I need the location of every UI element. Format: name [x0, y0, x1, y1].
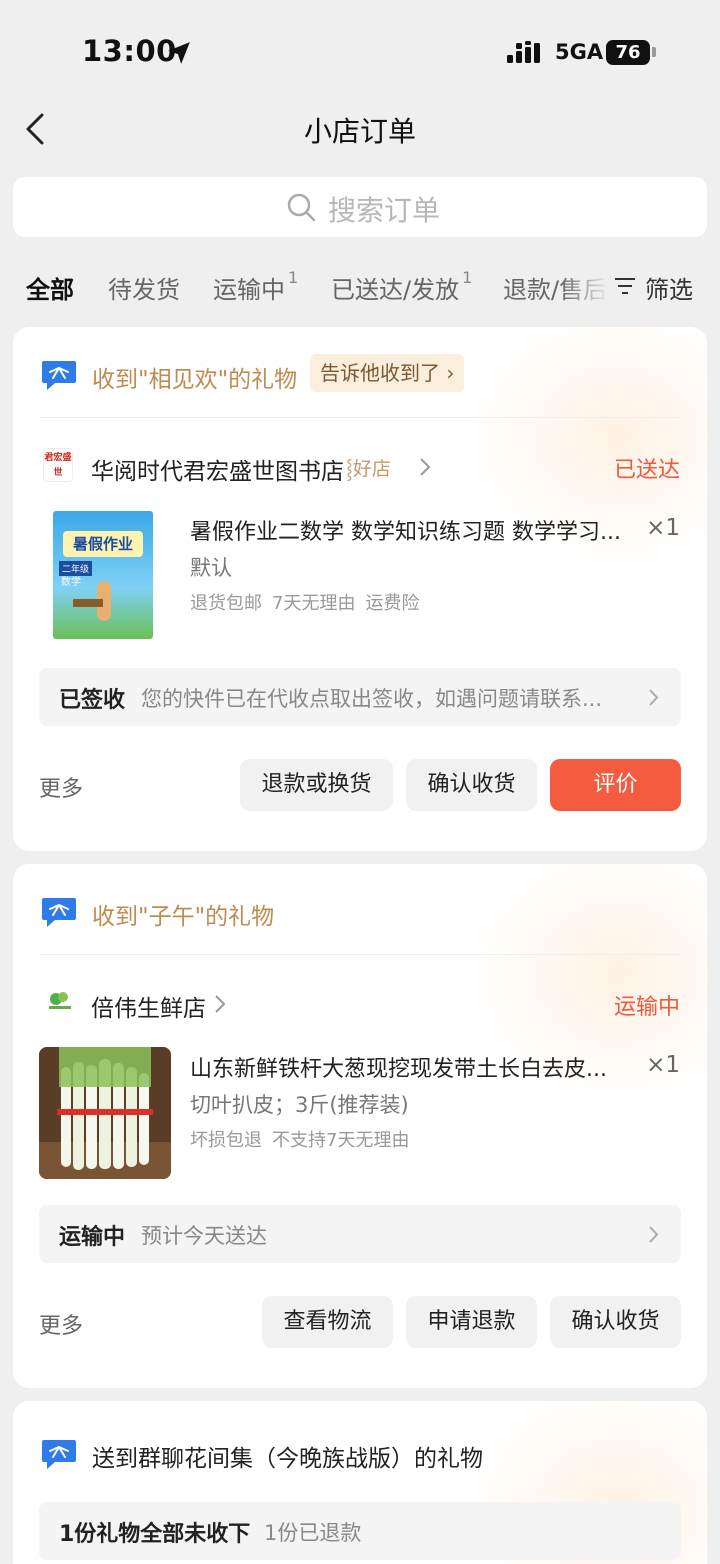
more-link[interactable]: 更多: [39, 1308, 83, 1340]
filter-button[interactable]: 筛选: [645, 270, 693, 305]
gift-message-icon: [42, 898, 76, 927]
signal-icon: [507, 41, 540, 63]
battery-icon: 76: [606, 40, 650, 65]
logistics-bar[interactable]: 运输中 预计今天送达: [39, 1205, 681, 1263]
product-spec: 切叶扒皮；3斤(推荐装): [190, 1093, 409, 1117]
shop-avatar: [49, 992, 71, 1009]
refund-exchange-button[interactable]: 退款或换货: [240, 759, 393, 811]
gift-summary-text: 1份已退款: [264, 1521, 362, 1545]
shop-name[interactable]: 华阅时代君宏盛世图书店: [91, 452, 344, 486]
product-services: 坏损包退 不支持7天无理由: [190, 1130, 410, 1151]
view-logistics-button[interactable]: 查看物流: [262, 1296, 393, 1348]
chevron-right-icon: [215, 995, 226, 1013]
gift-message-icon: [42, 1440, 76, 1469]
order-card: 送到群聊花间集（今晚族战版）的礼物 1份礼物全部未收下 1份已退款: [13, 1401, 707, 1564]
network-type: 5GA: [555, 40, 604, 64]
product-quantity: ×1: [646, 515, 680, 541]
product-title[interactable]: 暑假作业二数学 数学知识练习题 数学学习...: [190, 514, 630, 546]
tab-all[interactable]: 全部: [26, 270, 74, 305]
gift-from-text: 收到"相见欢"的礼物: [92, 367, 298, 393]
tab-in-transit[interactable]: 运输中 1: [213, 268, 298, 305]
shop-avatar: 君宏盛世: [43, 448, 73, 482]
product-image[interactable]: 暑假作业 二年级 数学: [39, 507, 171, 639]
filter-icon[interactable]: [614, 277, 636, 295]
chevron-right-icon: [420, 458, 431, 476]
page-title: 小店订单: [303, 115, 416, 148]
tab-fade: [560, 264, 610, 308]
battery-cap: [652, 47, 656, 57]
product-image[interactable]: [39, 1047, 171, 1179]
logistics-status: 运输中: [59, 1225, 126, 1250]
product-services: 退货包邮 7天无理由 运费险: [190, 593, 420, 614]
product-title[interactable]: 山东新鲜铁杆大葱现挖现发带土长白去皮...: [190, 1051, 630, 1083]
tab-delivered[interactable]: 已送达/发放 1: [331, 268, 472, 305]
confirm-receipt-button[interactable]: 确认收货: [406, 759, 537, 811]
order-card: 收到"子午"的礼物 倍伟生鲜店 运输中 山东新鲜铁杆大葱现挖现发带土长白去皮..…: [13, 864, 707, 1388]
search-icon: [287, 193, 316, 222]
logistics-status: 已签收: [59, 688, 126, 713]
location-arrow-icon: [168, 42, 190, 64]
chevron-right-icon: [649, 689, 659, 706]
divider: [39, 417, 681, 418]
product-quantity: ×1: [646, 1052, 680, 1078]
gift-summary-bar[interactable]: 1份礼物全部未收下 1份已退款: [39, 1502, 681, 1560]
gift-from-text: 收到"子午"的礼物: [92, 904, 275, 930]
gift-to-text: 送到群聊花间集（今晚族战版）的礼物: [92, 1446, 483, 1472]
order-status: 运输中: [613, 995, 680, 1020]
divider: [39, 954, 681, 955]
review-button[interactable]: 评价: [550, 759, 681, 811]
search-placeholder: 搜索订单: [328, 194, 441, 227]
more-link[interactable]: 更多: [39, 771, 83, 803]
tell-received-button[interactable]: 告诉他收到了 ›: [310, 354, 465, 392]
logistics-text: 预计今天送达: [141, 1224, 267, 1248]
product-spec: 默认: [190, 556, 232, 580]
status-time: 13:00: [82, 34, 177, 68]
confirm-receipt-button[interactable]: 确认收货: [550, 1296, 681, 1348]
apply-refund-button[interactable]: 申请退款: [406, 1296, 537, 1348]
shop-name[interactable]: 倍伟生鲜店: [91, 989, 206, 1023]
gift-message-icon: [42, 361, 76, 390]
logistics-text: 您的快件已在代收点取出签收，如遇问题请联系...: [141, 687, 603, 711]
tab-pending-shipment[interactable]: 待发货: [108, 270, 180, 305]
order-status: 已送达: [613, 458, 680, 483]
chevron-right-icon: [649, 1226, 659, 1243]
order-card: 收到"相见欢"的礼物 告诉他收到了 › 君宏盛世 华阅时代君宏盛世图书店 ⸾好店…: [13, 327, 707, 851]
gift-summary-status: 1份礼物全部未收下: [59, 1522, 251, 1547]
logistics-bar[interactable]: 已签收 您的快件已在代收点取出签收，如遇问题请联系...: [39, 668, 681, 726]
good-shop-badge: ⸾好店: [346, 458, 391, 480]
